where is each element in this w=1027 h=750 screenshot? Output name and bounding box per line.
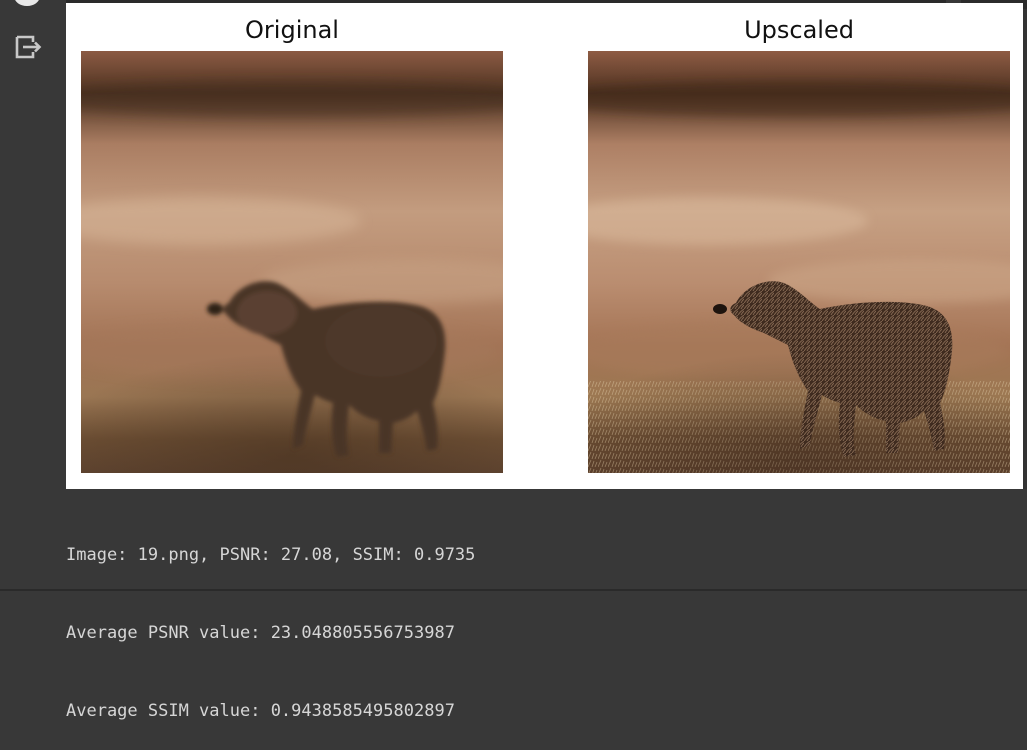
run-status-icon[interactable] [14,0,40,6]
average-psnr-line: Average PSNR value: 23.048805556753987 [66,623,455,643]
comparison-figure: Original Upscaled [66,3,1023,489]
cell-gutter [0,0,57,591]
upscaled-lamb-photo [588,51,1010,473]
original-image [81,51,503,473]
console-output: Image: 19.png, PSNR: 27.08, SSIM: 0.9735… [66,490,1006,750]
output-clear-icon-graphic [15,35,42,59]
output-clear-icon[interactable] [13,33,43,61]
average-ssim-line: Average SSIM value: 0.9438585495802897 [66,701,455,721]
output-scrollbar[interactable] [1023,9,1027,489]
original-lamb-photo [81,51,503,473]
upscaled-title: Upscaled [744,16,854,44]
image-metrics-line: Image: 19.png, PSNR: 27.08, SSIM: 0.9735 [66,545,476,565]
original-title: Original [245,16,339,44]
upscaled-image [588,51,1010,473]
